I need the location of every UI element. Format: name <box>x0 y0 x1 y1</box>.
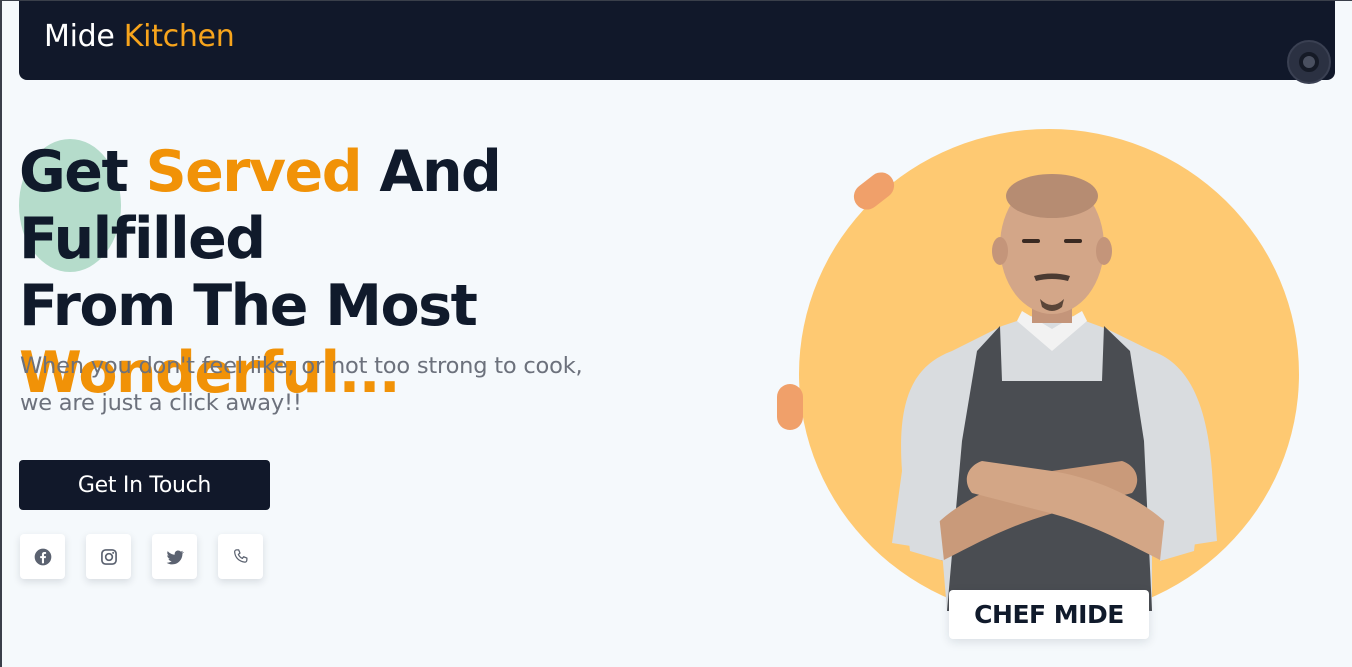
facebook-icon <box>34 548 51 565</box>
subtext-line2: we are just a click away!! <box>20 390 302 416</box>
twitter-icon <box>166 549 184 564</box>
page: Mide Kitchen Get Served And Fulfilled Fr… <box>0 0 1352 667</box>
brand-name-part2: Kitchen <box>123 19 235 54</box>
phone-icon <box>233 548 248 563</box>
chef-name-badge: CHEF MIDE <box>949 590 1149 639</box>
chef-photo <box>892 174 1217 611</box>
subtext-line1: When you don't feel like, or not too str… <box>20 353 583 379</box>
brand-name-part1: Mide <box>44 19 115 54</box>
instagram-link[interactable] <box>86 534 131 579</box>
headline-word: Get <box>19 139 129 205</box>
headline-accent-served: Served <box>145 139 363 205</box>
instagram-icon <box>100 548 117 565</box>
twitter-link[interactable] <box>152 534 197 579</box>
navbar: Mide Kitchen <box>19 1 1335 84</box>
hero-subtext: When you don't feel like, or not too str… <box>20 348 640 422</box>
get-in-touch-button[interactable]: Get In Touch <box>19 460 270 510</box>
decorative-pill-left <box>777 384 803 430</box>
theme-toggle-button[interactable] <box>1287 40 1331 84</box>
brand-logo[interactable]: Mide Kitchen <box>44 19 235 54</box>
toggle-circle-icon <box>1299 52 1319 72</box>
headline-line2: From The Most <box>19 273 478 339</box>
facebook-link[interactable] <box>20 534 65 579</box>
social-links <box>20 534 263 579</box>
phone-link[interactable] <box>218 534 263 579</box>
